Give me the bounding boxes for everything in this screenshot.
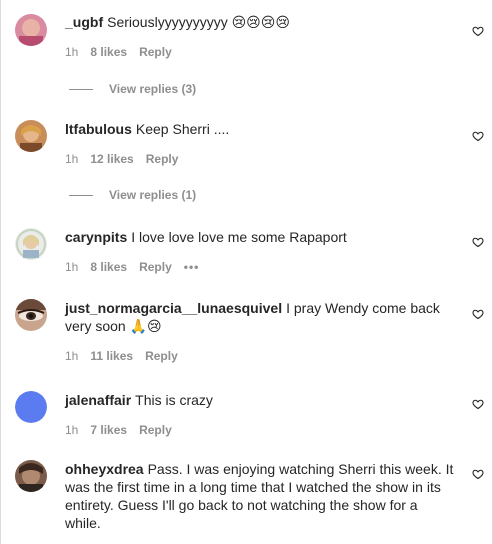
- comment-username[interactable]: ohheyxdrea: [65, 461, 144, 477]
- likes-count[interactable]: 12 likes: [90, 152, 133, 166]
- comment-text: I love love love me some Rapaport: [131, 229, 347, 245]
- view-replies-button[interactable]: View replies (1): [69, 188, 196, 202]
- heart-outline-icon[interactable]: [472, 468, 484, 480]
- comment-timestamp[interactable]: 1h: [65, 423, 78, 437]
- comment-timestamp[interactable]: 1h: [65, 260, 78, 274]
- comment-text: Keep Sherri ....: [135, 121, 230, 137]
- avatar[interactable]: [15, 228, 47, 260]
- comment-username[interactable]: carynpits: [65, 229, 127, 245]
- likes-count[interactable]: 7 likes: [90, 423, 127, 437]
- likes-count[interactable]: 8 likes: [90, 260, 127, 274]
- comment-username[interactable]: _ugbf: [65, 14, 103, 30]
- comment-timestamp[interactable]: 1h: [65, 152, 78, 166]
- replies-divider: [69, 194, 93, 196]
- reply-button[interactable]: Reply: [146, 152, 179, 166]
- heart-outline-icon[interactable]: [472, 25, 484, 37]
- comment-timestamp[interactable]: 1h: [65, 349, 78, 363]
- likes-count[interactable]: 8 likes: [90, 45, 127, 59]
- comments-panel: _ugbf Seriouslyyyyyyyyyy 😢😢😢😢 1h 8 likes …: [0, 0, 493, 544]
- reply-button[interactable]: Reply: [139, 423, 172, 437]
- heart-outline-icon[interactable]: [472, 130, 484, 142]
- reply-button[interactable]: Reply: [139, 260, 172, 274]
- view-replies-button[interactable]: View replies (3): [69, 82, 196, 96]
- avatar[interactable]: [15, 460, 47, 492]
- comment-username[interactable]: just_normagarcia__lunaesquivel: [65, 300, 282, 316]
- avatar[interactable]: [15, 391, 47, 423]
- likes-count[interactable]: 11 likes: [90, 349, 133, 363]
- avatar[interactable]: [15, 299, 47, 331]
- comment-text: This is crazy: [135, 392, 213, 408]
- replies-divider: [69, 88, 93, 90]
- reply-button[interactable]: Reply: [139, 45, 172, 59]
- heart-outline-icon[interactable]: [472, 398, 484, 410]
- more-options-button[interactable]: •••: [184, 261, 200, 273]
- comment-text: Seriouslyyyyyyyyyy 😢😢😢😢: [107, 14, 290, 30]
- view-replies-label: View replies (3): [109, 82, 197, 96]
- comment-username[interactable]: jalenaffair: [65, 392, 131, 408]
- avatar[interactable]: [15, 120, 47, 152]
- heart-outline-icon[interactable]: [472, 308, 484, 320]
- avatar[interactable]: [15, 14, 47, 46]
- reply-button[interactable]: Reply: [145, 349, 178, 363]
- comment-username[interactable]: ltfabulous: [65, 121, 132, 137]
- view-replies-label: View replies (1): [109, 188, 197, 202]
- comment-timestamp[interactable]: 1h: [65, 45, 78, 59]
- heart-outline-icon[interactable]: [472, 236, 484, 248]
